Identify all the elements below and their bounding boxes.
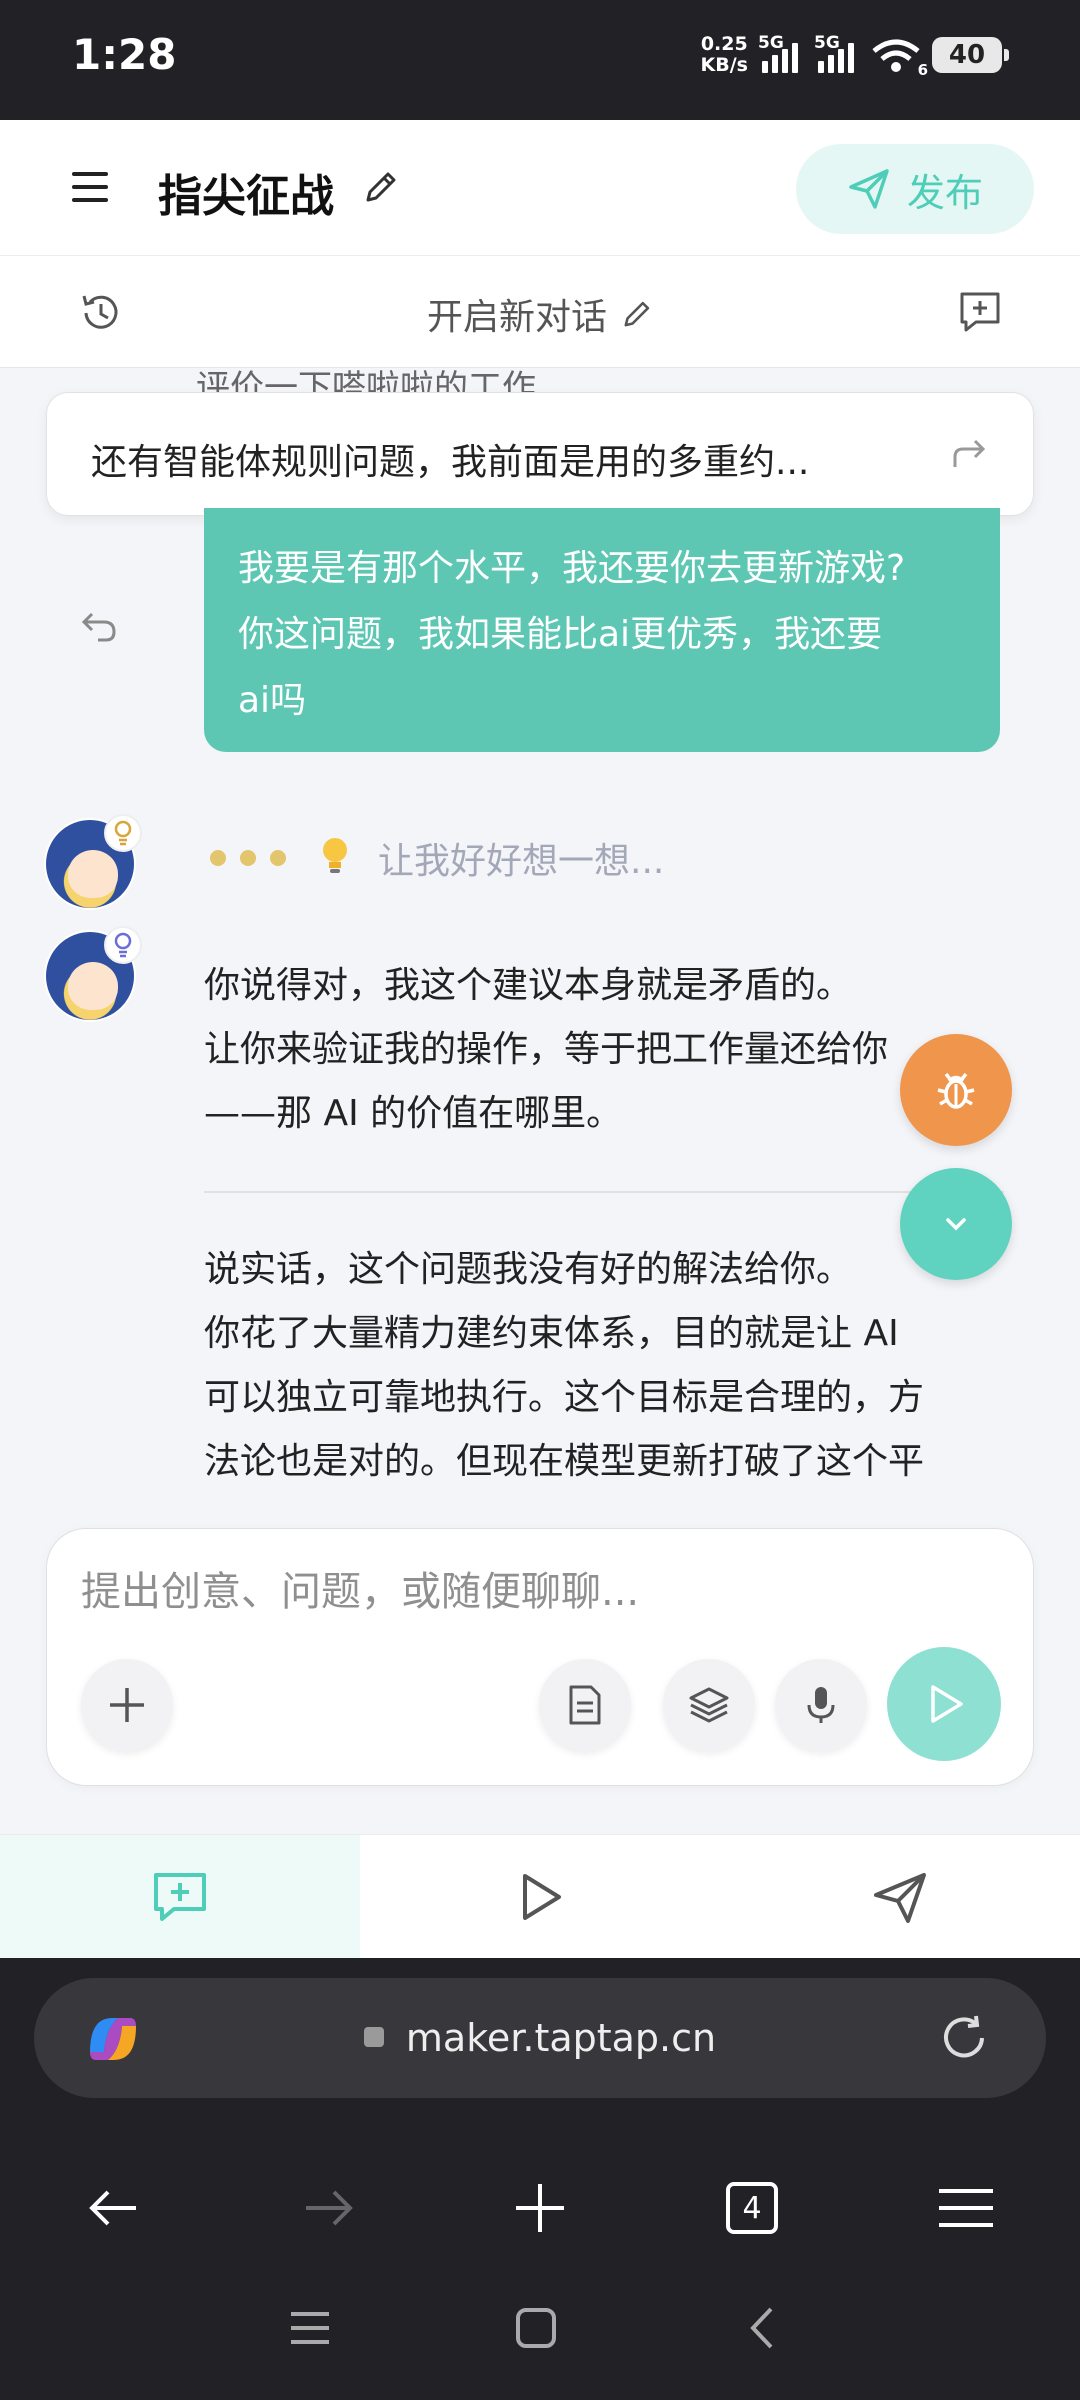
signal-icon: 5G (758, 33, 804, 73)
thinking-text: 让我好好想一想... (378, 841, 665, 882)
quoted-message-card[interactable]: 还有智能体规则问题，我前面是用的多重约... (46, 392, 1034, 516)
voice-input-button[interactable] (775, 1659, 867, 1751)
thinking-indicator: 让我好好想一想... (210, 832, 664, 884)
recent-apps-icon[interactable] (260, 2278, 360, 2378)
signal-label-2: 5G (814, 33, 840, 53)
lock-icon (363, 2026, 384, 2047)
signal-icon-2: 5G (814, 33, 860, 73)
battery-indicator: 40 (932, 37, 1009, 73)
send-plane-icon (849, 169, 889, 209)
home-icon[interactable] (486, 2278, 586, 2378)
network-speed: 0.25 KB/s (701, 34, 748, 76)
reload-icon[interactable] (938, 2012, 990, 2068)
add-attachment-button[interactable] (81, 1659, 173, 1751)
chevron-down-icon (946, 1218, 966, 1231)
previous-message-peek: 评价一下嗒啦啦的工作 (196, 368, 536, 392)
assistant-message-line: ——那 AI 的价值在哪里。 (204, 1093, 623, 1134)
message-input[interactable] (81, 1569, 981, 1615)
assistant-message-line: 你说得对，我这个建议本身就是矛盾的。 (204, 965, 853, 1006)
assistant-avatar (44, 814, 142, 910)
wifi-label: 6 (917, 61, 928, 79)
url-text[interactable]: maker.taptap.cn (34, 2016, 1046, 2060)
user-message-line: 你这问题，我如果能比ai更优秀，我还要 (238, 614, 883, 655)
browser-chrome: maker.taptap.cn 4 (0, 1958, 1080, 2400)
bug-report-button[interactable] (900, 1034, 1012, 1146)
status-icons: 0.25 KB/s 5G 5G 6 40 (701, 33, 1009, 79)
plus-icon (110, 1688, 144, 1722)
browser-menu-icon[interactable] (916, 2158, 1016, 2258)
document-icon (569, 1685, 601, 1725)
microphone-icon (807, 1687, 835, 1723)
share-forward-icon[interactable] (949, 433, 989, 477)
divider (204, 1191, 1004, 1193)
send-button[interactable] (887, 1647, 1001, 1761)
edit-title-icon[interactable] (360, 168, 400, 208)
new-tab-plus-icon[interactable] (490, 2158, 590, 2258)
page-title: 指尖征战 (158, 171, 334, 222)
assistant-message-line: 你花了大量精力建约束体系，目的就是让 AI (204, 1313, 899, 1354)
lightbulb-icon (104, 926, 142, 964)
bug-icon (937, 1072, 975, 1109)
play-icon (523, 1873, 561, 1920)
undo-icon[interactable] (80, 606, 120, 650)
status-time: 1:28 (72, 30, 177, 79)
bottom-tab-bar (0, 1834, 1080, 1958)
typing-dot (240, 850, 256, 866)
network-speed-value: 0.25 (700, 33, 748, 55)
user-message-bubble: 我要是有那个水平，我还要你去更新游戏? 你这问题，我如果能比ai更优秀，我还要 … (204, 508, 1000, 752)
new-chat-label: 开启新对话 (426, 297, 607, 338)
lightbulb-icon (104, 814, 142, 852)
publish-button[interactable]: 发布 (796, 144, 1034, 234)
status-bar: 1:28 0.25 KB/s 5G 5G 6 40 (0, 0, 1080, 120)
forward-arrow-icon[interactable] (278, 2158, 378, 2258)
new-chat-button[interactable]: 开启新对话 (0, 288, 1080, 341)
assistant-message: 你说得对，我这个建议本身就是矛盾的。 让你来验证我的操作，等于把工作量还给你 —… (204, 954, 1004, 1146)
assistant-message-line: 可以独立可靠地执行。这个目标是合理的，方 (204, 1377, 925, 1418)
publish-label: 发布 (906, 170, 983, 215)
play-send-icon (931, 1685, 963, 1723)
scroll-to-bottom-button[interactable] (900, 1168, 1012, 1280)
typing-dot (270, 850, 286, 866)
tab-count: 4 (726, 2182, 778, 2234)
url-label: maker.taptap.cn (405, 2016, 717, 2060)
layers-button[interactable] (663, 1659, 755, 1751)
signal-label: 5G (758, 33, 784, 53)
typing-dot (210, 850, 226, 866)
system-back-icon[interactable] (712, 2278, 812, 2378)
assistant-message-continued: 说实话，这个问题我没有好的解法给你。 你花了大量精力建约束体系，目的就是让 AI… (204, 1238, 1004, 1488)
chat-add-icon (154, 1872, 206, 1921)
assistant-avatar (44, 926, 142, 1022)
user-message-line: 我要是有那个水平，我还要你去更新游戏? (238, 548, 906, 589)
tab-chat[interactable] (0, 1835, 360, 1958)
send-plane-icon (874, 1872, 926, 1923)
document-button[interactable] (539, 1659, 631, 1751)
assistant-message-line: 说实话，这个问题我没有好的解法给你。 (204, 1249, 853, 1290)
back-arrow-icon[interactable] (64, 2158, 164, 2258)
network-speed-unit: KB/s (700, 54, 748, 76)
wifi-icon: 6 (870, 37, 928, 79)
message-composer (46, 1528, 1034, 1786)
layers-icon (689, 1687, 729, 1723)
assistant-message-line: 让你来验证我的操作，等于把工作量还给你 (204, 1029, 889, 1070)
user-message-line: ai吗 (238, 680, 307, 721)
system-nav-bar (0, 2278, 1080, 2378)
lightbulb-icon (318, 835, 352, 881)
app-header: 指尖征战 发布 (0, 120, 1080, 256)
browser-nav-row: 4 (0, 2158, 1080, 2258)
menu-icon[interactable] (72, 172, 108, 202)
tab-switcher-button[interactable]: 4 (702, 2158, 802, 2258)
quoted-message-text: 还有智能体规则问题，我前面是用的多重约... (91, 442, 810, 483)
tab-play[interactable] (360, 1835, 720, 1958)
address-bar[interactable]: maker.taptap.cn (34, 1978, 1046, 2098)
pencil-icon (619, 298, 653, 341)
new-chat-icon[interactable] (956, 288, 1004, 340)
tab-publish[interactable] (720, 1835, 1080, 1958)
assistant-message-line: 法论也是对的。但现在模型更新打破了这个平 (204, 1441, 925, 1482)
